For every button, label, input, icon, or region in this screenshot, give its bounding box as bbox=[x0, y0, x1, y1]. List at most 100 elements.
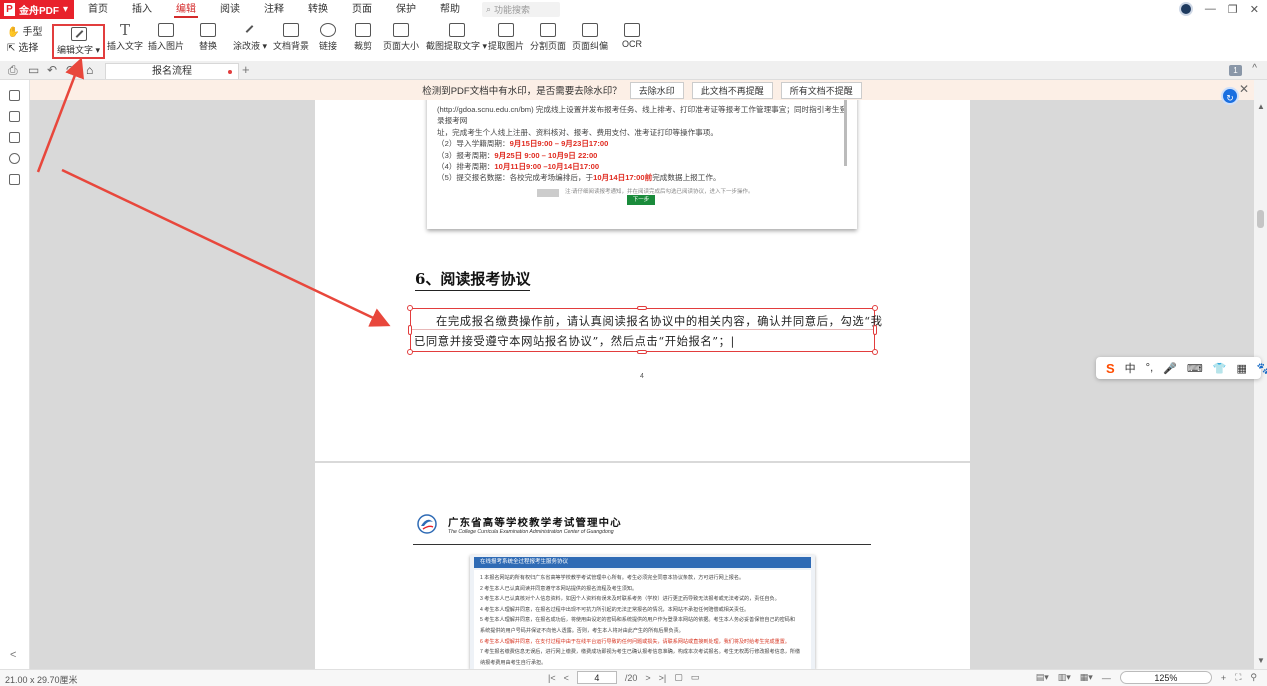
select-tool-button[interactable]: ⇱ 选择 bbox=[7, 41, 42, 57]
user-avatar[interactable] bbox=[1178, 2, 1193, 16]
menu-item-edit[interactable]: 编辑 bbox=[174, 0, 198, 19]
menu-item-protect[interactable]: 保护 bbox=[396, 0, 416, 19]
agreement-line-warning: 6 考生本人理解并同意，在支付过程中由于在线平台运行导致的任何问题或损失，请联系… bbox=[480, 638, 790, 645]
menu-item-insert[interactable]: 插入 bbox=[132, 0, 152, 19]
thumbnails-icon[interactable] bbox=[9, 111, 20, 122]
close-icon[interactable]: ✕ bbox=[1239, 82, 1249, 96]
tab-document[interactable]: 报名流程 bbox=[105, 63, 239, 79]
attachment-icon[interactable] bbox=[9, 153, 20, 164]
home-icon[interactable]: ⌂ bbox=[86, 63, 93, 77]
minimize-icon[interactable]: — bbox=[1205, 3, 1216, 15]
section-heading[interactable]: 6、阅读报考协议 bbox=[415, 268, 531, 291]
ime-mode-toggle[interactable]: 中 bbox=[1125, 360, 1136, 376]
resize-handle[interactable] bbox=[637, 306, 647, 310]
menu-item-page[interactable]: 页面 bbox=[352, 0, 372, 19]
org-title: 广东省高等学校教学考试管理中心 bbox=[448, 517, 622, 529]
microphone-icon[interactable]: 🎤 bbox=[1163, 362, 1177, 375]
toolbox-icon[interactable]: ▦ bbox=[1236, 362, 1246, 375]
hand-tool-button[interactable]: ✋ 手型 bbox=[7, 25, 42, 41]
restore-icon[interactable]: ❐ bbox=[1228, 3, 1238, 16]
print-icon[interactable]: ⎙ bbox=[8, 63, 18, 78]
collapse-sidebar-icon[interactable]: < bbox=[10, 649, 16, 661]
resize-handle[interactable] bbox=[407, 349, 413, 355]
floating-assistant-icon[interactable]: ↻ bbox=[1221, 87, 1239, 105]
app-brand-button[interactable]: P 金舟PDF ▾ bbox=[0, 0, 74, 19]
last-page-icon[interactable]: >| bbox=[659, 673, 667, 683]
menu-item-home[interactable]: 首页 bbox=[88, 0, 108, 19]
pin-icon[interactable]: ⚲ bbox=[1250, 672, 1257, 683]
remove-watermark-button[interactable]: 去除水印 bbox=[629, 81, 684, 99]
chevron-up-icon[interactable]: ^ bbox=[1252, 63, 1257, 74]
resize-handle[interactable] bbox=[637, 350, 647, 354]
scroll-up-icon[interactable]: ▲ bbox=[1257, 102, 1265, 111]
split-page-button[interactable]: 分割页面 bbox=[530, 23, 566, 52]
scroll-thumb[interactable] bbox=[1257, 210, 1264, 228]
menu-item-read[interactable]: 阅读 bbox=[220, 0, 240, 19]
image-icon[interactable] bbox=[9, 174, 20, 185]
bookmark-icon[interactable] bbox=[9, 90, 20, 101]
split-page-icon bbox=[540, 23, 556, 37]
comment-icon[interactable] bbox=[9, 132, 20, 143]
fit-width-icon[interactable]: ▭ bbox=[691, 672, 700, 683]
mascot-icon[interactable]: 🐾 bbox=[1257, 362, 1267, 375]
schedule-label: （2）导入学籍周期： bbox=[437, 139, 510, 149]
doc-background-button[interactable]: 文档背景 bbox=[273, 23, 309, 52]
agreement-line: 2 考生本人已认真阅读并同意遵守本网站提供的报名流程及考生须知。 bbox=[480, 585, 638, 592]
zoom-in-icon[interactable]: + bbox=[1221, 673, 1226, 683]
undo-icon[interactable]: ↶ bbox=[47, 63, 57, 77]
deskew-button[interactable]: 页面纠偏 bbox=[572, 23, 608, 52]
resize-handle[interactable] bbox=[872, 305, 878, 311]
editable-paragraph[interactable]: 在完成报名缴费操作前，请认真阅读报名协议中的相关内容，确认并同意后，勾选“我已同… bbox=[414, 312, 884, 352]
extract-image-icon bbox=[498, 23, 514, 37]
eraser-button[interactable]: 涂改液 ▾ bbox=[233, 23, 267, 52]
first-page-icon[interactable]: |< bbox=[548, 673, 556, 683]
ocr-button[interactable]: OCR bbox=[622, 23, 642, 49]
zoom-out-icon[interactable]: — bbox=[1102, 673, 1111, 683]
dont-remind-all-button[interactable]: 所有文档不提醒 bbox=[780, 81, 862, 99]
line-divider bbox=[411, 329, 874, 330]
schedule-row: （3）报考周期：9月25日 9:00 – 10月9日 22:00 bbox=[437, 150, 849, 161]
resize-handle[interactable] bbox=[872, 349, 878, 355]
zoom-level-select[interactable]: 125% bbox=[1119, 671, 1212, 684]
fit-page-icon[interactable]: ▢ bbox=[674, 672, 683, 683]
current-page-input[interactable]: 4 bbox=[576, 671, 617, 684]
ocr-icon bbox=[624, 23, 640, 37]
text-edit-box[interactable]: 在完成报名缴费操作前，请认真阅读报名协议中的相关内容，确认并同意后，勾选“我已同… bbox=[407, 305, 882, 355]
embedded-agreement-screenshot: 在线报考系统全过程报考生服务协议 1 本报名网站的所有权归广东省高等学校教学考试… bbox=[470, 555, 815, 669]
screenshot-ocr-button[interactable]: 截图提取文字 ▾ bbox=[426, 23, 487, 52]
save-icon[interactable]: ▭ bbox=[28, 63, 39, 77]
two-page-view-icon[interactable]: ▦▾ bbox=[1080, 672, 1093, 683]
redo-icon[interactable]: ↷ bbox=[66, 63, 76, 77]
insert-text-button[interactable]: T 插入文字 bbox=[107, 23, 143, 52]
single-page-view-icon[interactable]: ▤▾ bbox=[1036, 672, 1049, 683]
menu-item-convert[interactable]: 转换 bbox=[308, 0, 328, 19]
link-label: 链接 bbox=[319, 41, 338, 51]
next-page-icon[interactable]: > bbox=[645, 673, 650, 683]
schedule-value: 9月25日 9:00 – 10月9日 22:00 bbox=[494, 150, 598, 160]
close-icon[interactable]: ✕ bbox=[1250, 3, 1259, 16]
page-size-button[interactable]: 页面大小 bbox=[383, 23, 419, 52]
fullscreen-icon[interactable]: ⛶ bbox=[1235, 672, 1241, 683]
continuous-view-icon[interactable]: ▥▾ bbox=[1058, 672, 1071, 683]
resize-handle[interactable] bbox=[408, 325, 412, 335]
menu-item-annotate[interactable]: 注释 bbox=[264, 0, 284, 19]
link-button[interactable]: 链接 bbox=[319, 23, 337, 52]
skin-icon[interactable]: 👕 bbox=[1213, 362, 1227, 375]
replace-button[interactable]: 替换 bbox=[199, 23, 217, 52]
punctuation-icon[interactable]: °, bbox=[1146, 362, 1153, 374]
insert-image-button[interactable]: 插入图片 bbox=[148, 23, 184, 52]
extract-image-button[interactable]: 提取图片 bbox=[488, 23, 524, 52]
dont-remind-doc-button[interactable]: 此文档不再提醒 bbox=[691, 81, 773, 99]
menu-item-help[interactable]: 帮助 bbox=[440, 0, 460, 19]
scroll-down-icon[interactable]: ▼ bbox=[1257, 656, 1265, 665]
sogou-logo-icon[interactable]: S bbox=[1106, 361, 1115, 376]
resize-handle[interactable] bbox=[873, 325, 877, 335]
prev-page-icon[interactable]: < bbox=[564, 673, 569, 683]
keyboard-icon[interactable]: ⌨ bbox=[1187, 362, 1203, 375]
new-tab-plus-icon[interactable]: + bbox=[242, 62, 250, 77]
crop-button[interactable]: 裁剪 bbox=[354, 23, 372, 52]
edit-text-button[interactable]: 编辑文字 ▾ bbox=[52, 24, 106, 59]
resize-handle[interactable] bbox=[407, 305, 413, 311]
feature-search-input[interactable]: ⌕ 功能搜索 bbox=[482, 2, 560, 17]
tab-document-title: 报名流程 bbox=[152, 66, 192, 77]
